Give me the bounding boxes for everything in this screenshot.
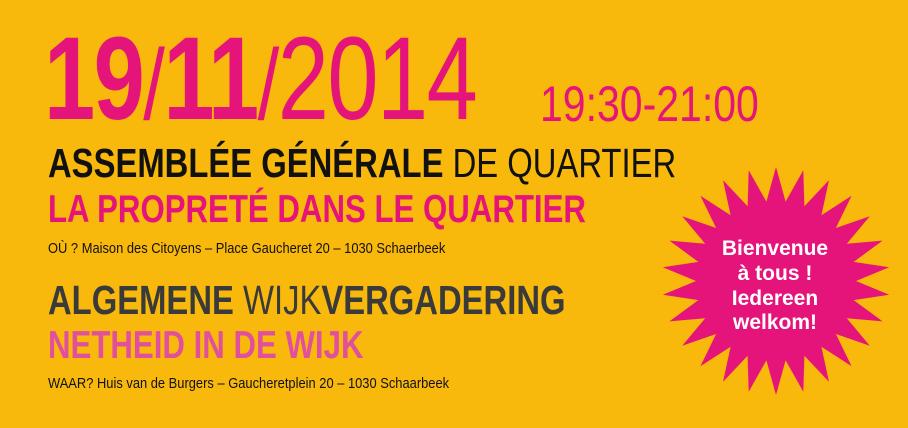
fr-location: OÙ ? Maison des Citoyens – Place Gaucher…	[48, 240, 446, 257]
event-time: 19:30-21:00	[540, 76, 759, 132]
nl-title-bold: VERGADERING	[321, 277, 566, 323]
fr-title: ASSEMBLÉE GÉNÉRALE DE QUARTIER	[48, 143, 676, 184]
event-date: 19/11/2014	[44, 20, 478, 141]
fr-title-bold: ASSEMBLÉE GÉNÉRALE	[48, 140, 444, 186]
nl-title-thin: WIJK	[233, 277, 322, 323]
badge-line: Bienvenue	[721, 237, 829, 260]
date-separator: /	[257, 29, 280, 141]
date-month: 11	[163, 13, 259, 145]
date-year: 2014	[277, 13, 478, 145]
nl-location: WAAR? Huis van de Burgers – Gaucheretple…	[48, 375, 450, 392]
date-day: 19	[44, 13, 145, 145]
badge-line: welkom!	[732, 311, 818, 335]
badge-line: Iedereen	[731, 286, 819, 310]
fr-subtitle: LA PROPRETÉ DANS LE QUARTIER	[48, 188, 586, 231]
fr-title-thin: DE QUARTIER	[443, 140, 677, 186]
nl-title-bold: ALGEMENE	[48, 277, 234, 323]
nl-subtitle: NETHEID IN DE WIJK	[48, 324, 364, 367]
nl-title: ALGEMENE WIJKVERGADERING	[48, 280, 566, 321]
welcome-badge-text: Bienvenue à tous ! Iedereen welkom!	[680, 237, 870, 336]
badge-line: à tous !	[737, 261, 813, 285]
date-separator: /	[143, 29, 165, 141]
